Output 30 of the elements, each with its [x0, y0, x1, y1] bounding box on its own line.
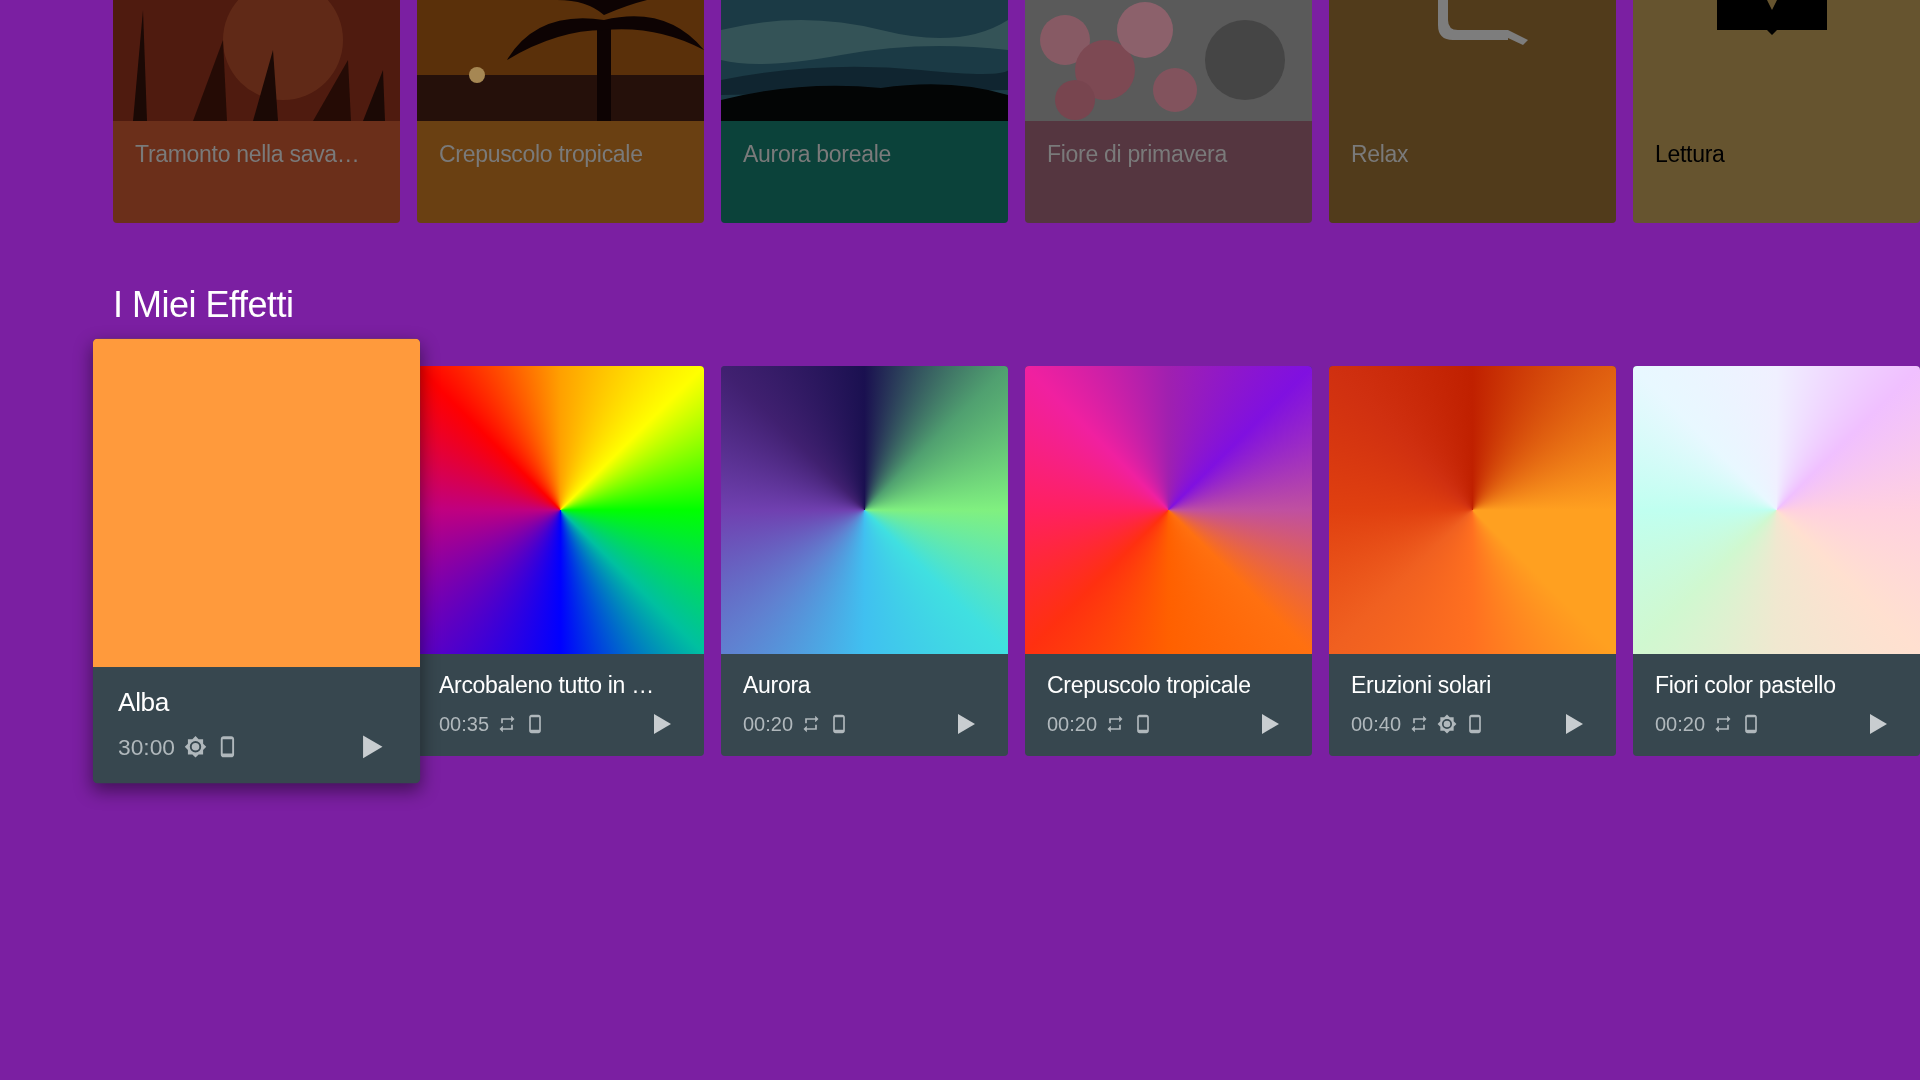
effect-title: Arcobaleno tutto in …: [439, 671, 655, 701]
duration-text: 00:20: [1047, 711, 1098, 737]
duration-text: 00:20: [743, 711, 794, 737]
play-icon[interactable]: [360, 733, 384, 759]
effect-title: Crepuscolo tropicale: [1047, 671, 1252, 701]
tile-title: Tramonto nella sava…: [134, 140, 361, 169]
tile-title: Crepuscolo tropicale: [438, 140, 644, 169]
tile-title: Fiore di primavera: [1046, 140, 1229, 169]
duration-text: 00:35: [439, 711, 490, 737]
effect-card[interactable]: Aurora 00:20: [721, 366, 1008, 757]
duration-text: 00:20: [1655, 711, 1706, 737]
effect-title: Eruzioni solari: [1351, 671, 1492, 701]
tile-title: Lettura: [1654, 140, 1726, 169]
effect-title: Aurora: [743, 671, 812, 701]
play-icon[interactable]: [652, 712, 672, 735]
effect-title: Alba: [118, 686, 171, 720]
play-icon[interactable]: [1260, 712, 1280, 735]
effect-title: Fiori color pastello: [1655, 671, 1837, 701]
play-icon[interactable]: [1868, 712, 1888, 735]
effect-card[interactable]: Crepuscolo tropicale 00:20: [1025, 366, 1312, 757]
tile-title: Relax: [1350, 140, 1410, 169]
duration-text: 00:40: [1351, 711, 1402, 737]
tile-title: Aurora boreale: [742, 140, 892, 169]
effect-card[interactable]: Eruzioni solari 00:40: [1329, 366, 1616, 757]
play-icon[interactable]: [1564, 712, 1584, 735]
play-icon[interactable]: [956, 712, 976, 735]
effect-card[interactable]: Alba 30:00: [92, 338, 421, 784]
effect-card[interactable]: Fiori color pastello 00:20: [1633, 366, 1920, 757]
duration-text: 30:00: [118, 732, 176, 761]
section-title: I Miei Effetti: [113, 283, 295, 327]
